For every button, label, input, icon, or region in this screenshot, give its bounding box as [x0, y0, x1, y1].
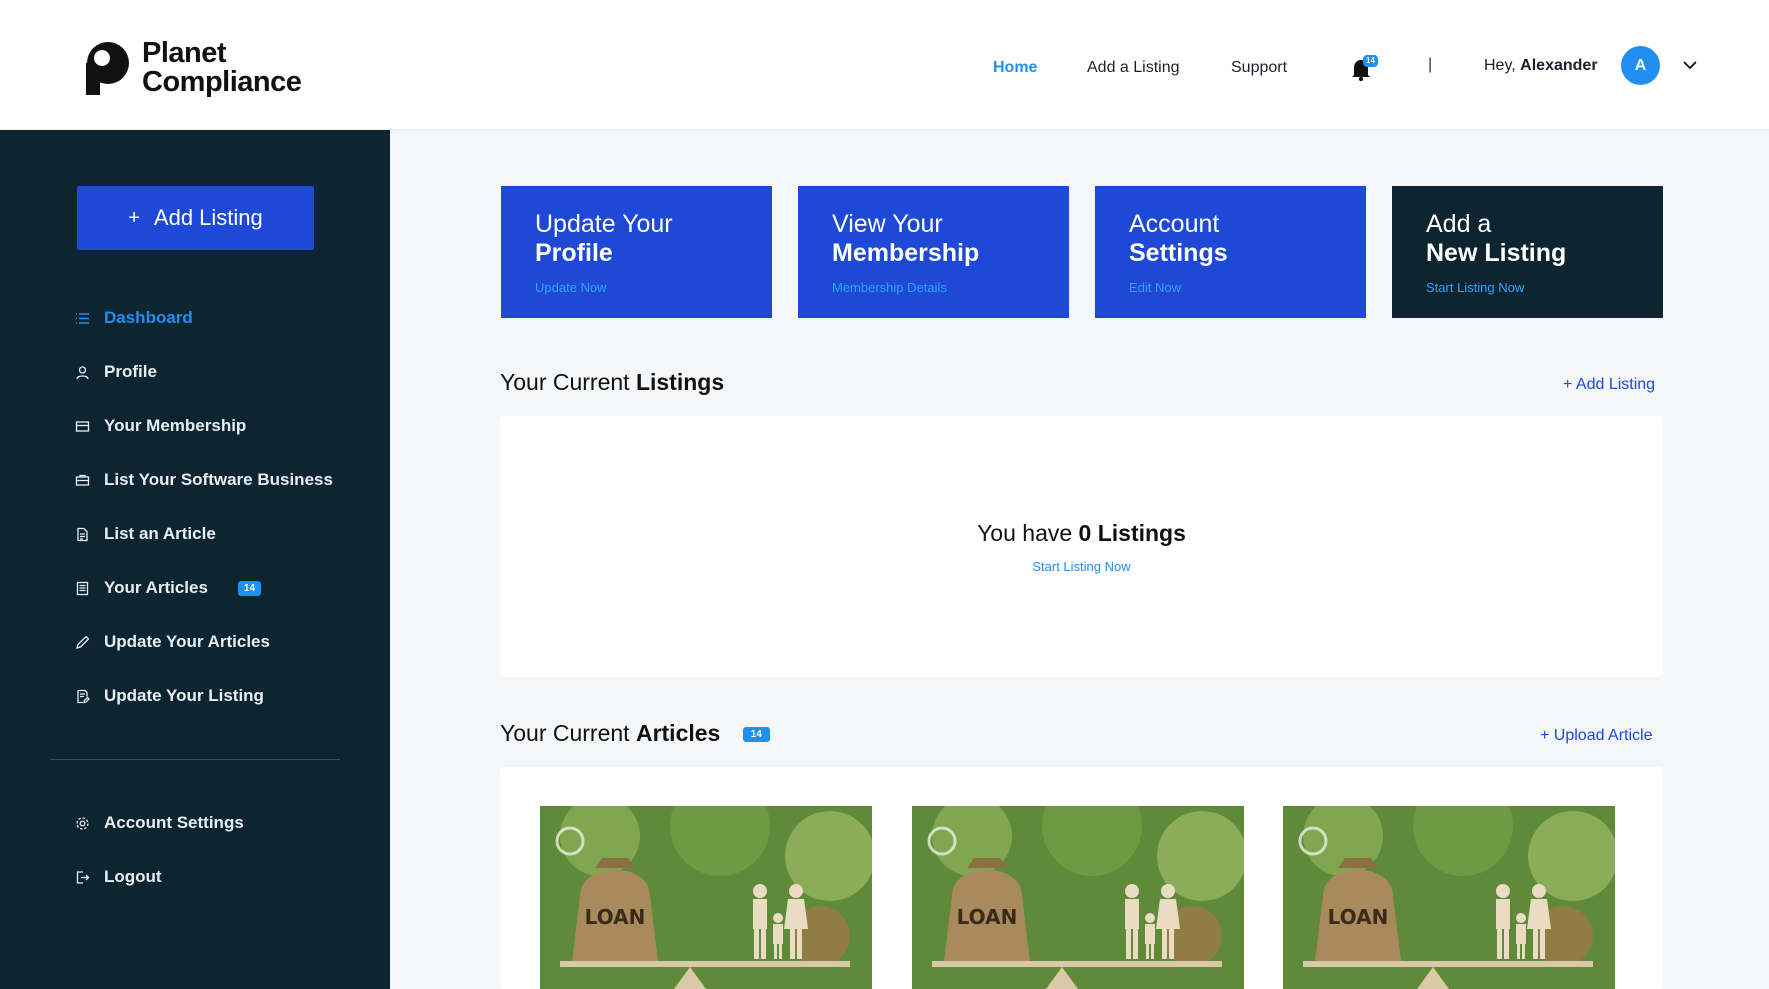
card-title-line2: Profile	[535, 239, 613, 267]
sidebar-item-label: Account Settings	[104, 813, 244, 832]
briefcase-icon	[75, 474, 90, 486]
nav-home[interactable]: Home	[993, 59, 1037, 77]
sidebar-item-update-listing[interactable]: Update Your Listing	[75, 684, 264, 708]
thumbnail-caption: LOAN	[957, 905, 1018, 929]
start-listing-link[interactable]: Start Listing Now	[500, 559, 1663, 574]
card-add-new-listing[interactable]: Add a New Listing Start Listing Now	[1392, 186, 1663, 318]
nav-add-listing[interactable]: Add a Listing	[1087, 59, 1180, 77]
pencil-icon	[76, 635, 90, 649]
user-greeting: Hey, Alexander	[1484, 57, 1598, 75]
sidebar-add-listing-label: Add Listing	[153, 205, 263, 230]
sidebar-item-logout[interactable]: Logout	[75, 865, 162, 889]
logo-wordmark: Planet Compliance	[142, 37, 302, 98]
sidebar-item-membership[interactable]: Your Membership	[75, 414, 246, 438]
card-title-line1: Update Your	[535, 210, 673, 238]
card-update-profile[interactable]: Update Your Profile Update Now	[501, 186, 772, 318]
upload-article-link[interactable]: + Upload Article	[1540, 727, 1653, 745]
card-sub-link[interactable]: Start Listing Now	[1426, 280, 1629, 295]
sidebar-item-label: Logout	[104, 867, 162, 886]
articles-title-bold: Articles	[635, 720, 721, 746]
plus-icon: +	[128, 206, 140, 229]
sidebar-item-label: Update Your Listing	[104, 686, 264, 705]
sidebar-divider	[50, 759, 340, 760]
sidebar-item-list-software[interactable]: List Your Software Business	[75, 468, 333, 492]
list-icon	[76, 312, 89, 324]
loan-image-icon: LOAN	[1283, 806, 1615, 989]
empty-count: 0 Listings	[1078, 520, 1186, 546]
listings-title-bold: Listings	[635, 369, 725, 395]
articles-count-badge: 14	[742, 727, 770, 743]
user-icon	[76, 365, 89, 379]
sidebar-item-label: Update Your Articles	[104, 632, 270, 651]
articles-section-title: Your Current Articles 14	[500, 720, 770, 747]
thumbnail-caption: LOAN	[585, 905, 646, 929]
card-sub-link[interactable]: Edit Now	[1129, 280, 1332, 295]
header-separator: |	[1428, 56, 1433, 73]
sidebar-item-label: List Your Software Business	[104, 470, 333, 489]
loan-image-icon: LOAN	[912, 806, 1244, 989]
articles-title-prefix: Your Current	[500, 720, 630, 746]
chevron-down-icon[interactable]	[1682, 58, 1698, 72]
sidebar-item-label: Your Membership	[104, 416, 247, 435]
card-title-line2: Settings	[1129, 239, 1228, 267]
add-listing-link[interactable]: + Add Listing	[1563, 376, 1655, 394]
sidebar-item-dashboard[interactable]: Dashboard	[75, 306, 193, 330]
sidebar-item-label: List an Article	[104, 524, 216, 543]
card-account-settings[interactable]: Account Settings Edit Now	[1095, 186, 1366, 318]
sidebar-item-your-articles[interactable]: Your Articles 14	[75, 576, 262, 600]
article-thumbnail[interactable]: LOAN	[1283, 806, 1615, 989]
articles-count-badge: 14	[237, 580, 262, 596]
sidebar: + Add Listing Dashboard Profile Your Mem…	[0, 130, 390, 989]
top-header: Planet Compliance Home Add a Listing Sup…	[0, 0, 1769, 130]
card-title-line1: View Your	[832, 210, 943, 238]
card-sub-link[interactable]: Update Now	[535, 280, 738, 295]
card-view-membership[interactable]: View Your Membership Membership Details	[798, 186, 1069, 318]
logout-icon	[76, 870, 90, 884]
sidebar-item-list-article[interactable]: List an Article	[75, 522, 216, 546]
nav-support[interactable]: Support	[1231, 59, 1287, 77]
empty-listings-message: You have 0 Listings	[500, 520, 1663, 547]
logo-line-1: Planet	[142, 37, 227, 69]
user-name: Alexander	[1520, 57, 1598, 74]
gear-icon	[76, 816, 89, 830]
logo-line-2: Compliance	[142, 66, 302, 98]
sidebar-item-label: Profile	[104, 362, 157, 381]
sidebar-item-label: Dashboard	[104, 308, 193, 327]
article-thumbnail[interactable]: LOAN	[540, 806, 872, 989]
planet-compliance-logo[interactable]: Planet Compliance	[80, 36, 320, 100]
loan-image-icon: LOAN	[540, 806, 872, 989]
listings-title-prefix: Your Current	[500, 369, 630, 395]
card-title-line2: New Listing	[1426, 239, 1567, 267]
sidebar-item-label: Your Articles	[104, 578, 208, 597]
card-title-line1: Add a	[1426, 210, 1492, 238]
sidebar-item-account-settings[interactable]: Account Settings	[75, 811, 244, 835]
greeting-text: Hey,	[1484, 57, 1516, 74]
notification-badge: 14	[1363, 55, 1378, 67]
avatar[interactable]: A	[1621, 46, 1660, 85]
sidebar-add-listing-button[interactable]: + Add Listing	[77, 186, 314, 250]
empty-prefix: You have	[977, 520, 1073, 546]
card-title-line2: Membership	[832, 239, 980, 267]
edit-document-icon	[77, 689, 90, 703]
logo-icon	[86, 42, 129, 95]
listings-panel: You have 0 Listings Start Listing Now	[500, 416, 1663, 677]
listings-section-title: Your Current Listings	[500, 369, 724, 396]
card-title-line1: Account	[1129, 210, 1220, 238]
card-icon	[75, 420, 90, 432]
article-thumbnail[interactable]: LOAN	[912, 806, 1244, 989]
articles-icon	[76, 581, 89, 595]
document-icon	[77, 527, 88, 541]
thumbnail-caption: LOAN	[1328, 905, 1389, 929]
sidebar-item-update-articles[interactable]: Update Your Articles	[75, 630, 270, 654]
sidebar-item-profile[interactable]: Profile	[75, 360, 157, 384]
card-sub-link[interactable]: Membership Details	[832, 280, 1035, 295]
